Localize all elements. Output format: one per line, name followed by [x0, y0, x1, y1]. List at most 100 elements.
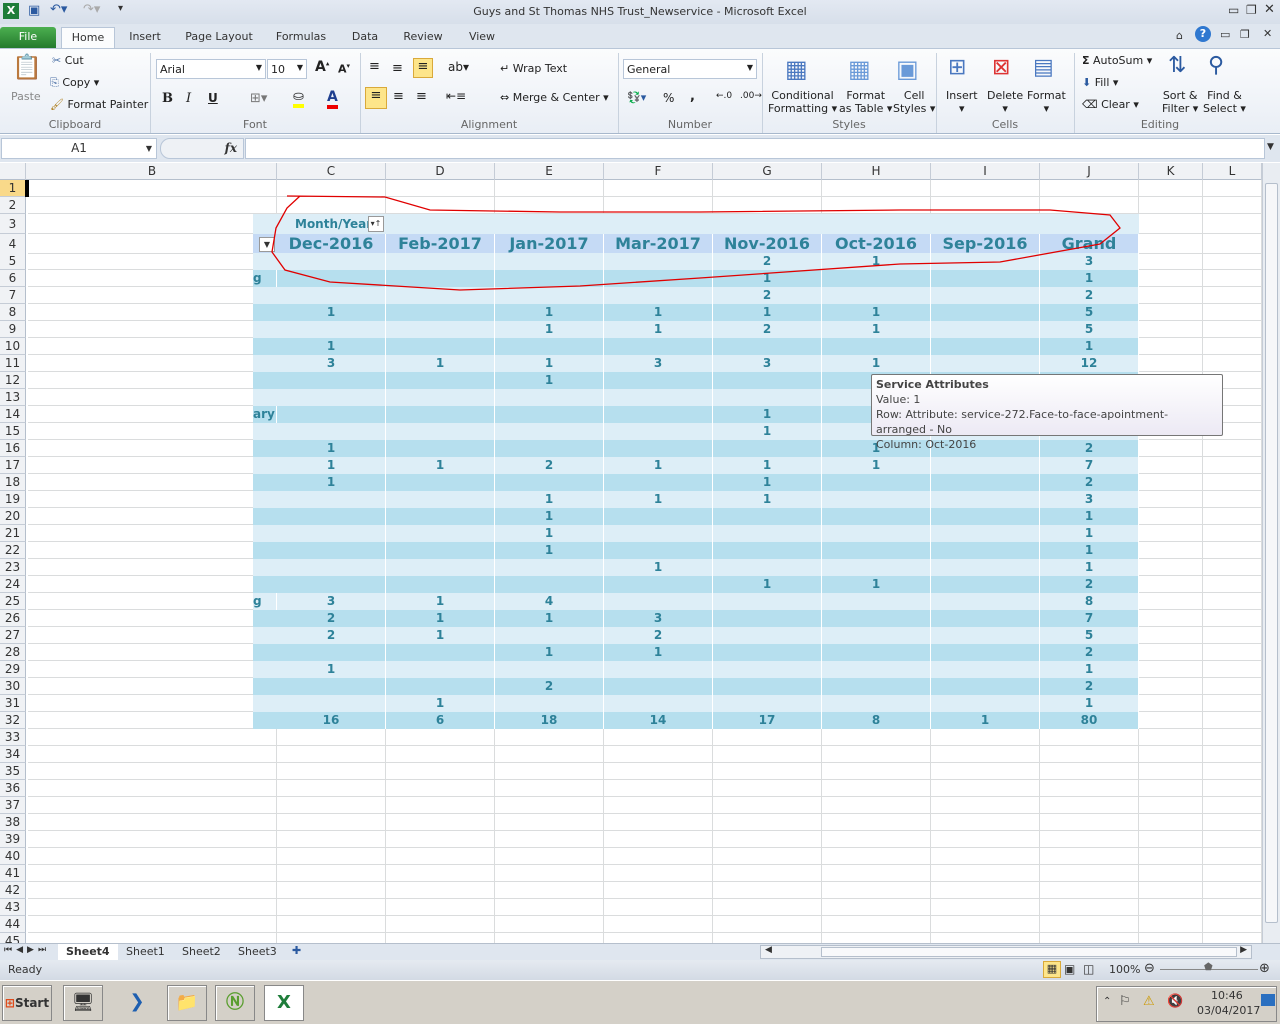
- cell[interactable]: [1203, 576, 1262, 593]
- pivot-value-cell[interactable]: [822, 644, 931, 661]
- cell[interactable]: [28, 763, 277, 780]
- cell[interactable]: [1139, 780, 1203, 797]
- pivot-value-cell[interactable]: 3: [277, 355, 386, 372]
- pivot-value-cell[interactable]: 1: [386, 457, 495, 474]
- decrease-decimal-icon[interactable]: .00→: [740, 91, 762, 101]
- cell[interactable]: [1203, 678, 1262, 695]
- pivot-value-cell[interactable]: 2: [604, 627, 713, 644]
- pivot-value-cell[interactable]: 1: [822, 355, 931, 372]
- pivot-value-cell[interactable]: [604, 406, 713, 423]
- cell[interactable]: [1203, 831, 1262, 848]
- cell[interactable]: [1203, 695, 1262, 712]
- cell[interactable]: [1203, 712, 1262, 729]
- pivot-value-cell[interactable]: [386, 440, 495, 457]
- row-header-9[interactable]: 9: [0, 321, 26, 338]
- pivot-value-cell[interactable]: [931, 525, 1040, 542]
- selected-cell-a1[interactable]: [25, 180, 29, 197]
- row-header-17[interactable]: 17: [0, 457, 26, 474]
- cell[interactable]: [28, 746, 277, 763]
- tab-page-layout[interactable]: Page Layout: [180, 27, 258, 48]
- worksheet-grid[interactable]: 1 2 3 4 5 6 7 8 9 10 11 12 13 14 15 16 17 18 19 20 21 22 23 24 2…: [0, 180, 1262, 943]
- cell[interactable]: [604, 729, 713, 746]
- pivot-value-cell[interactable]: 12: [1040, 355, 1139, 372]
- pivot-value-cell[interactable]: [495, 576, 604, 593]
- sort-filter-button[interactable]: Sort & Filter ▾: [1162, 89, 1198, 115]
- row-header-29[interactable]: 29: [0, 661, 26, 678]
- pivot-value-cell[interactable]: [713, 372, 822, 389]
- cell[interactable]: [931, 814, 1040, 831]
- cell[interactable]: [1139, 542, 1203, 559]
- cell[interactable]: [822, 797, 931, 814]
- cell[interactable]: [28, 304, 277, 321]
- cell[interactable]: [713, 831, 822, 848]
- cell[interactable]: [822, 746, 931, 763]
- cell[interactable]: [822, 780, 931, 797]
- pivot-value-cell[interactable]: [495, 695, 604, 712]
- pivot-value-cell[interactable]: 1: [495, 644, 604, 661]
- pivot-value-cell[interactable]: [931, 627, 1040, 644]
- cell[interactable]: [277, 916, 386, 933]
- clock-date[interactable]: 03/04/2017: [1197, 1004, 1260, 1017]
- pivot-value-cell[interactable]: [931, 253, 1040, 270]
- insert-cells-button[interactable]: Insert ▾: [946, 89, 978, 115]
- cell[interactable]: [28, 661, 277, 678]
- pivot-value-cell[interactable]: [713, 525, 822, 542]
- pivot-value-cell[interactable]: [277, 508, 386, 525]
- pivot-value-cell[interactable]: 1: [1040, 525, 1139, 542]
- row-header-2[interactable]: 2: [0, 197, 26, 214]
- row-header-38[interactable]: 38: [0, 814, 26, 831]
- cell[interactable]: [28, 559, 277, 576]
- cell[interactable]: [1203, 916, 1262, 933]
- formula-input[interactable]: [245, 138, 1265, 159]
- pivot-value-cell[interactable]: 1: [822, 321, 931, 338]
- pivot-value-cell[interactable]: [386, 542, 495, 559]
- pivot-value-cell[interactable]: [822, 508, 931, 525]
- volume-muted-icon[interactable]: 🔇: [1167, 994, 1183, 1009]
- pivot-value-cell[interactable]: 1: [822, 576, 931, 593]
- pivot-value-cell[interactable]: [604, 389, 713, 406]
- pivot-value-cell[interactable]: [713, 559, 822, 576]
- cell[interactable]: [822, 916, 931, 933]
- cell[interactable]: [28, 865, 277, 882]
- cell[interactable]: [604, 797, 713, 814]
- pivot-value-cell[interactable]: [931, 559, 1040, 576]
- pivot-value-cell[interactable]: [822, 287, 931, 304]
- pivot-value-cell[interactable]: [386, 253, 495, 270]
- cell[interactable]: [1203, 457, 1262, 474]
- pivot-value-cell[interactable]: [604, 474, 713, 491]
- show-desktop-icon[interactable]: [1261, 994, 1275, 1006]
- pivot-column-header[interactable]: Mar-2017: [604, 234, 713, 254]
- cell[interactable]: [713, 763, 822, 780]
- cell[interactable]: [1139, 338, 1203, 355]
- cell[interactable]: [386, 916, 495, 933]
- pivot-value-cell[interactable]: [931, 542, 1040, 559]
- cell[interactable]: [931, 831, 1040, 848]
- cell[interactable]: [386, 180, 495, 197]
- pivot-value-cell[interactable]: 1: [495, 304, 604, 321]
- pivot-value-cell[interactable]: [277, 695, 386, 712]
- cell[interactable]: [931, 180, 1040, 197]
- fill-color-icon[interactable]: ⛀: [293, 89, 304, 108]
- paste-button[interactable]: Paste: [11, 90, 41, 103]
- pivot-column-header[interactable]: Nov-2016: [713, 234, 822, 254]
- pivot-value-cell[interactable]: 1: [495, 525, 604, 542]
- pivot-value-cell[interactable]: [713, 542, 822, 559]
- pivot-value-cell[interactable]: 3: [604, 355, 713, 372]
- pivot-value-cell[interactable]: [386, 474, 495, 491]
- format-cells-button[interactable]: Format ▾: [1027, 89, 1066, 115]
- pivot-value-cell[interactable]: 18: [495, 712, 604, 729]
- pivot-value-cell[interactable]: [386, 321, 495, 338]
- pivot-column-header[interactable]: Sep-2016: [931, 234, 1040, 254]
- cell[interactable]: [713, 729, 822, 746]
- workbook-close-icon[interactable]: ✕: [1263, 27, 1272, 40]
- font-color-icon[interactable]: A: [327, 89, 338, 109]
- row-header-12[interactable]: 12: [0, 372, 26, 389]
- cell[interactable]: [1203, 321, 1262, 338]
- pivot-value-cell[interactable]: [386, 423, 495, 440]
- cell[interactable]: [28, 627, 277, 644]
- pivot-value-cell[interactable]: 1: [713, 457, 822, 474]
- row-header-30[interactable]: 30: [0, 678, 26, 695]
- cell[interactable]: [1040, 848, 1139, 865]
- pivot-value-cell[interactable]: [277, 644, 386, 661]
- pivot-value-cell[interactable]: [931, 610, 1040, 627]
